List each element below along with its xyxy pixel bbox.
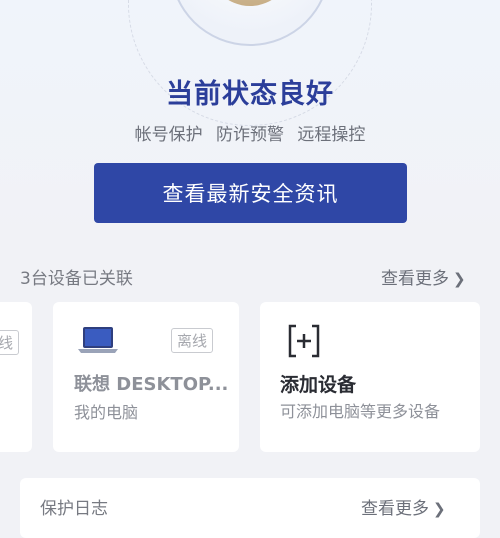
- feature-remote-control: 远程操控: [297, 125, 366, 145]
- device-description: 我的电脑: [74, 403, 139, 422]
- chevron-right-icon: ❯: [453, 270, 466, 288]
- offline-badge: 离线: [171, 328, 214, 353]
- offline-badge: 线: [0, 330, 20, 355]
- device-card-partial[interactable]: 线: [0, 302, 32, 452]
- laptop-icon: [78, 327, 118, 353]
- device-name: 联想 DESKTOP...: [74, 374, 229, 395]
- chevron-right-icon: ❯: [433, 500, 446, 518]
- devices-count-label: 3台设备已关联: [20, 269, 133, 289]
- status-title: 当前状态良好: [166, 79, 334, 110]
- view-security-news-button[interactable]: 查看最新安全资讯: [94, 163, 407, 223]
- devices-header: 3台设备已关联 查看更多 ❯: [0, 262, 500, 290]
- protection-log-title: 保护日志: [40, 499, 108, 519]
- device-card[interactable]: 离线 联想 DESKTOP... 我的电脑: [53, 302, 239, 452]
- add-device-icon: [288, 324, 320, 358]
- feature-fraud-alert: 防诈预警: [216, 125, 284, 145]
- add-device-title: 添加设备: [280, 374, 357, 396]
- devices-more-link[interactable]: 查看更多 ❯: [381, 264, 466, 289]
- protection-log-more-label: 查看更多: [361, 499, 429, 519]
- protection-log-more-link[interactable]: 查看更多 ❯: [361, 494, 446, 519]
- protection-log-card[interactable]: 保护日志 查看更多 ❯: [20, 478, 480, 538]
- devices-more-label: 查看更多: [381, 269, 449, 289]
- add-device-description: 可添加电脑等更多设备: [280, 402, 441, 421]
- add-device-card[interactable]: 添加设备 可添加电脑等更多设备: [260, 302, 480, 452]
- feature-list: 帐号保护 防诈预警 远程操控: [0, 120, 500, 145]
- feature-account-protection: 帐号保护: [134, 125, 203, 145]
